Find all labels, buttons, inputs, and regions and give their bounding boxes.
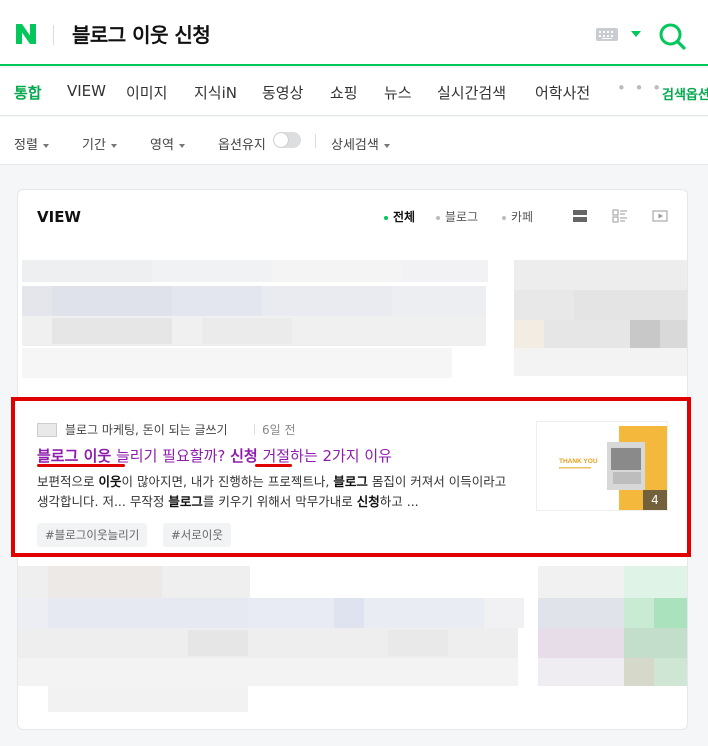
title-keyword-1: 블로그 이웃 — [37, 447, 112, 465]
result-thumbnail[interactable]: THANK YOU 4 — [536, 421, 668, 511]
filter-all-label: 전체 — [393, 210, 416, 224]
chevron-down-icon — [178, 143, 185, 148]
desc-keyword: 신청 — [356, 494, 380, 509]
area-label: 영역 — [150, 138, 174, 153]
search-query-input[interactable]: 블로그 이웃 신청 — [72, 19, 211, 48]
filter-bar: 정렬 기간 영역 옵션유지 상세검색 — [0, 117, 708, 165]
tab-dictionary[interactable]: 어학사전 — [535, 82, 590, 103]
area-dropdown[interactable]: 영역 — [150, 134, 185, 153]
desc-keyword: 블로그 — [168, 494, 203, 509]
detail-search-dropdown[interactable]: 상세검색 — [331, 134, 390, 153]
search-icon[interactable] — [658, 22, 686, 50]
tab-integrated[interactable]: 통합 — [14, 82, 42, 103]
list-view-icon[interactable] — [572, 208, 588, 224]
search-tabs: 통합 VIEW 이미지 지식iN 동영상 쇼핑 뉴스 실시간검색 어학사전 • … — [0, 68, 708, 116]
filter-blog[interactable]: 블로그 — [436, 208, 478, 225]
title-text-1: 늘리기 필요할까? — [111, 447, 231, 465]
keep-options-label: 옵션유지 — [218, 138, 266, 153]
blurred-result-top — [18, 256, 687, 386]
result-description[interactable]: 보편적으로 이웃이 많아지면, 내가 진행하는 프로젝트나, 블로그 몸집이 커… — [37, 472, 513, 512]
highlighted-blog-result: 블로그 마케팅, 돈이 되는 글쓰기 6일 전 블로그 이웃 늘리기 필요할까?… — [11, 397, 691, 557]
chevron-down-icon — [110, 143, 117, 148]
thumbnail-text: THANK YOU — [559, 458, 598, 465]
desc-text: 이 많아지면, 내가 진행하는 프로젝트나, — [121, 474, 334, 489]
tabs-more-button[interactable]: • • • — [617, 79, 663, 97]
filter-dot-icon — [502, 215, 506, 220]
blog-source-name[interactable]: 블로그 마케팅, 돈이 되는 글쓰기 — [65, 421, 228, 438]
tab-realtime-search[interactable]: 실시간검색 — [437, 82, 506, 103]
red-underline-annotation — [255, 464, 292, 467]
period-label: 기간 — [82, 138, 106, 153]
post-date: 6일 전 — [262, 423, 296, 437]
hashtag[interactable]: #블로그이웃늘리기 — [37, 523, 148, 547]
desc-text: 를 키우기 위해서 막무가내로 — [202, 494, 357, 509]
tab-images[interactable]: 이미지 — [126, 82, 167, 103]
view-section-title: VIEW — [37, 208, 81, 226]
filter-cafe[interactable]: 카페 — [502, 208, 533, 225]
desc-keyword: 이웃 — [98, 474, 122, 489]
filter-dot-icon — [384, 215, 388, 220]
tab-news[interactable]: 뉴스 — [384, 82, 412, 103]
red-underline-annotation — [37, 464, 125, 467]
desc-text: 하고 ... — [379, 494, 419, 509]
toggle-knob — [274, 133, 288, 147]
desc-keyword: 블로그 — [333, 474, 368, 489]
filter-divider — [315, 134, 316, 148]
video-view-icon[interactable] — [652, 208, 668, 224]
blog-profile-thumbnail[interactable] — [37, 423, 57, 437]
filter-all[interactable]: 전체 — [384, 208, 415, 225]
desc-text: 보편적으로 — [37, 474, 99, 489]
search-header: 블로그 이웃 신청 — [0, 0, 708, 66]
period-dropdown[interactable]: 기간 — [82, 134, 117, 153]
filter-cafe-label: 카페 — [511, 210, 534, 224]
thumbnail-list-icon[interactable] — [612, 208, 628, 224]
chevron-down-icon — [42, 143, 49, 148]
detail-search-label: 상세검색 — [331, 138, 379, 153]
filter-dot-icon — [436, 215, 440, 220]
title-keyword-2: 신청 — [230, 447, 258, 465]
title-text-2: 거절하는 2가지 이유 — [257, 447, 392, 465]
blurred-result-bottom — [18, 566, 687, 726]
source-divider — [254, 424, 255, 435]
sort-dropdown[interactable]: 정렬 — [14, 134, 49, 153]
logo-divider — [53, 25, 54, 45]
tab-videos[interactable]: 동영상 — [262, 82, 303, 103]
image-count-badge: 4 — [643, 490, 667, 510]
naver-logo-icon[interactable] — [14, 22, 38, 46]
autocomplete-toggle-icon[interactable] — [631, 31, 641, 37]
tab-shopping[interactable]: 쇼핑 — [330, 82, 358, 103]
tab-view[interactable]: VIEW — [67, 82, 106, 100]
result-title-link[interactable]: 블로그 이웃 늘리기 필요할까? 신청 거절하는 2가지 이유 — [37, 445, 392, 466]
hashtag[interactable]: #서로이웃 — [163, 523, 231, 547]
sort-label: 정렬 — [14, 138, 38, 153]
keep-options-toggle[interactable] — [273, 132, 301, 148]
tab-knowledge-in[interactable]: 지식iN — [194, 82, 237, 103]
keyboard-icon[interactable] — [596, 28, 618, 41]
search-options-button[interactable]: 검색옵션 — [662, 84, 708, 103]
filter-blog-label: 블로그 — [445, 210, 479, 224]
chevron-down-icon — [383, 143, 390, 148]
